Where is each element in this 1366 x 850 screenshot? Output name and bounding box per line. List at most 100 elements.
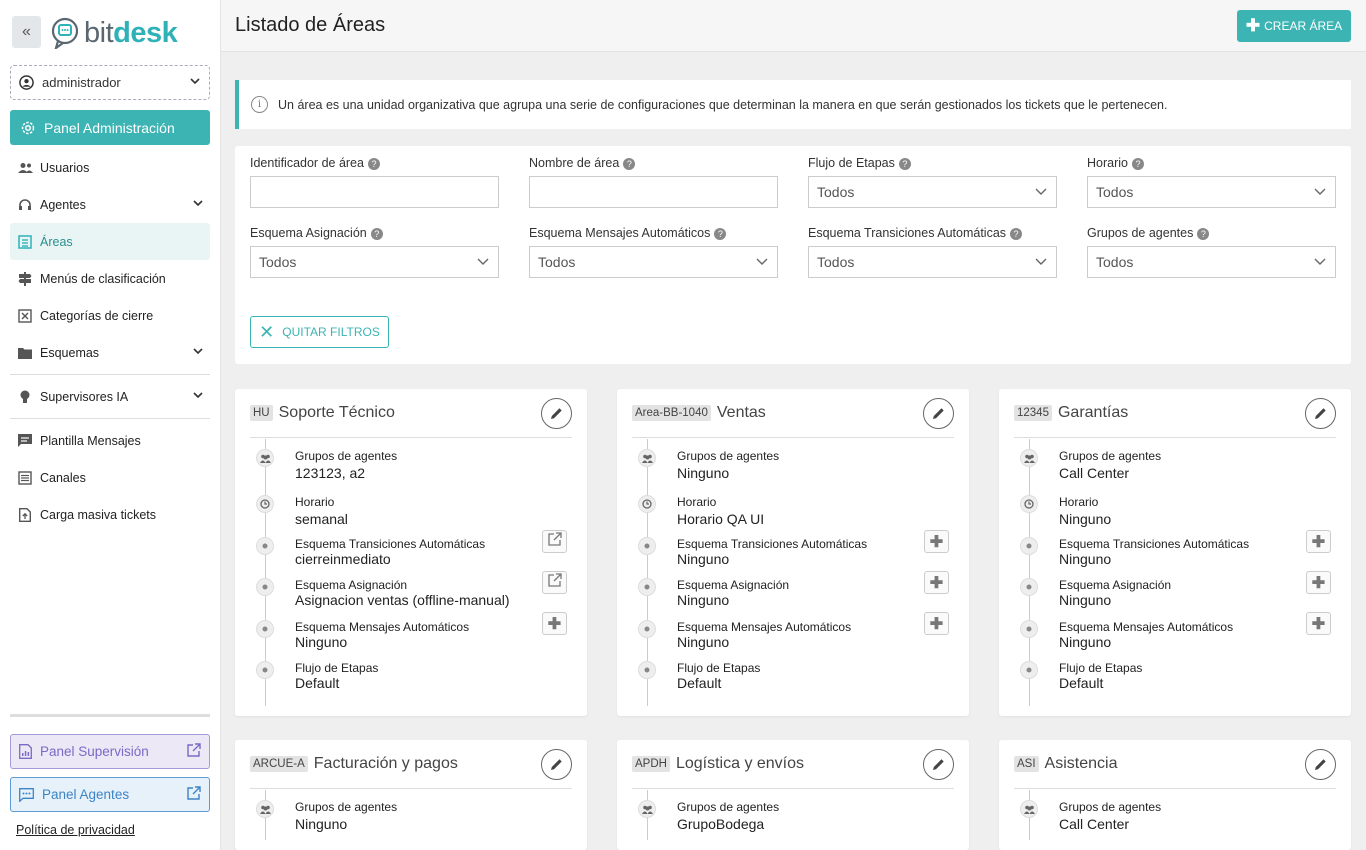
area-field-messages: Esquema Mensajes Automáticos Ninguno ✚ [1014, 612, 1336, 660]
filter-schedule-select[interactable]: Todos [1087, 176, 1336, 208]
add-scheme-button[interactable]: ✚ [924, 612, 949, 635]
dot-icon [1020, 578, 1038, 596]
plus-icon: ✚ [929, 533, 944, 551]
chat-bubble-logo-icon [51, 17, 79, 49]
help-icon: ? [623, 158, 636, 170]
nav-divider [10, 374, 210, 375]
filter-groups-label-text: Grupos de agentes [1087, 226, 1194, 240]
open-scheme-button[interactable] [542, 571, 567, 594]
sidebar-item-carga-masiva[interactable]: Carga masiva tickets [10, 496, 210, 533]
pencil-icon [1315, 407, 1326, 419]
edit-area-button[interactable] [923, 748, 954, 780]
sidebar-item-usuarios[interactable]: Usuarios [10, 149, 210, 186]
help-icon: ? [1197, 228, 1210, 240]
field-label: Esquema Asignación [295, 578, 408, 592]
add-scheme-button[interactable]: ✚ [924, 530, 949, 553]
panel-admin-button[interactable]: Panel Administración [10, 110, 210, 145]
area-name: Asistencia [1044, 755, 1118, 772]
privacy-policy-link[interactable]: Política de privacidad [16, 823, 135, 837]
sidebar-item-plantilla-mensajes[interactable]: Plantilla Mensajes [10, 422, 210, 459]
area-field-schedule: Horario Horario QA UI [632, 495, 954, 535]
field-value: Call Center [1059, 816, 1130, 832]
area-name: Logística y envíos [675, 755, 805, 772]
field-value: Ninguno [677, 634, 730, 650]
area-field-groups: Grupos de agentes Ninguno [250, 800, 572, 840]
collapse-sidebar-button[interactable]: « [12, 16, 41, 48]
filter-id-label-text: Identificador de área [250, 156, 364, 170]
area-field-messages: Esquema Mensajes Automáticos Ninguno ✚ [250, 612, 572, 660]
close-icon: ✕ [259, 322, 275, 342]
add-scheme-button[interactable]: ✚ [1306, 530, 1331, 553]
dot-icon [256, 620, 274, 638]
card-header: Area-BB-1040 Ventas [632, 389, 954, 438]
edit-area-button[interactable] [541, 397, 572, 429]
field-label: Grupos de agentes [677, 449, 780, 463]
add-scheme-button[interactable]: ✚ [1306, 571, 1331, 594]
users-icon [16, 162, 34, 174]
area-code: ARCUE-A [250, 756, 308, 772]
filter-flow-select[interactable]: Todos [808, 176, 1057, 208]
field-value: Default [1059, 675, 1104, 691]
add-scheme-button[interactable]: ✚ [1306, 612, 1331, 635]
create-area-button[interactable]: ✚ CREAR ÁREA [1237, 10, 1351, 42]
panel-supervision-link[interactable]: Panel Supervisión [10, 734, 210, 769]
sidebar-item-label: Menús de clasificación [40, 271, 166, 286]
field-label: Esquema Mensajes Automáticos [677, 620, 852, 634]
help-icon: ? [898, 158, 911, 170]
filters-panel: Identificador de área? Nombre de área? F… [235, 146, 1351, 364]
sidebar-item-label: Áreas [40, 234, 73, 249]
filter-id-input[interactable] [250, 176, 499, 208]
area-field-assign: Esquema Asignación Asignacion ventas (off… [250, 571, 572, 618]
panel-agentes-link[interactable]: Panel Agentes [10, 777, 210, 812]
filter-assign-select[interactable]: Todos [250, 246, 499, 278]
area-field-groups: Grupos de agentes GrupoBodega [632, 800, 954, 840]
clear-filters-button[interactable]: ✕ QUITAR FILTROS [250, 316, 389, 348]
sidebar-item-menus-clasificacion[interactable]: Menús de clasificación [10, 260, 210, 297]
area-field-transitions: Esquema Transiciones Automáticas cierrein… [250, 530, 572, 577]
chevron-down-icon [755, 254, 769, 271]
chevron-down-icon [1034, 184, 1048, 201]
filter-name-input[interactable] [529, 176, 778, 208]
sidebar-item-label: Usuarios [40, 160, 90, 175]
filter-assign-value: Todos [259, 254, 297, 270]
help-icon: ? [714, 228, 727, 240]
sidebar: « bitdesk administrador Panel Administra… [0, 0, 221, 850]
field-label: Grupos de agentes [1059, 800, 1162, 814]
gear-icon [21, 121, 35, 134]
edit-area-button[interactable] [1305, 748, 1336, 780]
plus-icon: ✚ [1245, 16, 1261, 35]
sidebar-item-label: Canales [40, 470, 86, 485]
field-value: 123123, a2 [295, 465, 366, 481]
filter-groups-select[interactable]: Todos [1087, 246, 1336, 278]
filter-transitions-select[interactable]: Todos [808, 246, 1057, 278]
edit-area-button[interactable] [1305, 397, 1336, 429]
edit-area-button[interactable] [541, 748, 572, 780]
sidebar-item-canales[interactable]: Canales [10, 459, 210, 496]
sidebar-item-esquemas[interactable]: Esquemas [10, 334, 210, 371]
area-field-transitions: Esquema Transiciones Automáticas Ninguno ✚ [632, 530, 954, 577]
add-scheme-button[interactable]: ✚ [542, 612, 567, 635]
area-code: Area-BB-1040 [632, 405, 711, 421]
area-field-schedule: Horario semanal [250, 495, 572, 535]
filter-messages-label-text: Esquema Mensajes Automáticos [529, 226, 711, 240]
sidebar-item-supervisores-ia[interactable]: Supervisores IA [10, 378, 210, 415]
plus-icon: ✚ [1311, 615, 1326, 633]
card-header: HU Soporte Técnico [250, 389, 572, 438]
clock-icon [638, 495, 656, 513]
area-card: APDH Logística y envíos Grupos de agentes G… [617, 740, 969, 850]
edit-area-button[interactable] [923, 397, 954, 429]
sidebar-item-agentes[interactable]: Agentes [10, 186, 210, 223]
add-scheme-button[interactable]: ✚ [924, 571, 949, 594]
sidebar-item-areas[interactable]: Áreas [10, 223, 210, 260]
area-card: HU Soporte Técnico Grupos de agentes 123123… [235, 389, 587, 716]
field-value: GrupoBodega [677, 816, 765, 832]
area-code: HU [250, 405, 273, 421]
user-menu-select[interactable]: administrador [10, 65, 210, 100]
area-card: 12345 Garantías Grupos de agentes Call Cent… [999, 389, 1351, 716]
users-icon [256, 800, 274, 818]
file-upload-icon [16, 507, 34, 522]
field-value: Ninguno [1059, 634, 1112, 650]
filter-messages-select[interactable]: Todos [529, 246, 778, 278]
open-scheme-button[interactable] [542, 530, 567, 553]
sidebar-item-categorias-cierre[interactable]: Categorías de cierre [10, 297, 210, 334]
